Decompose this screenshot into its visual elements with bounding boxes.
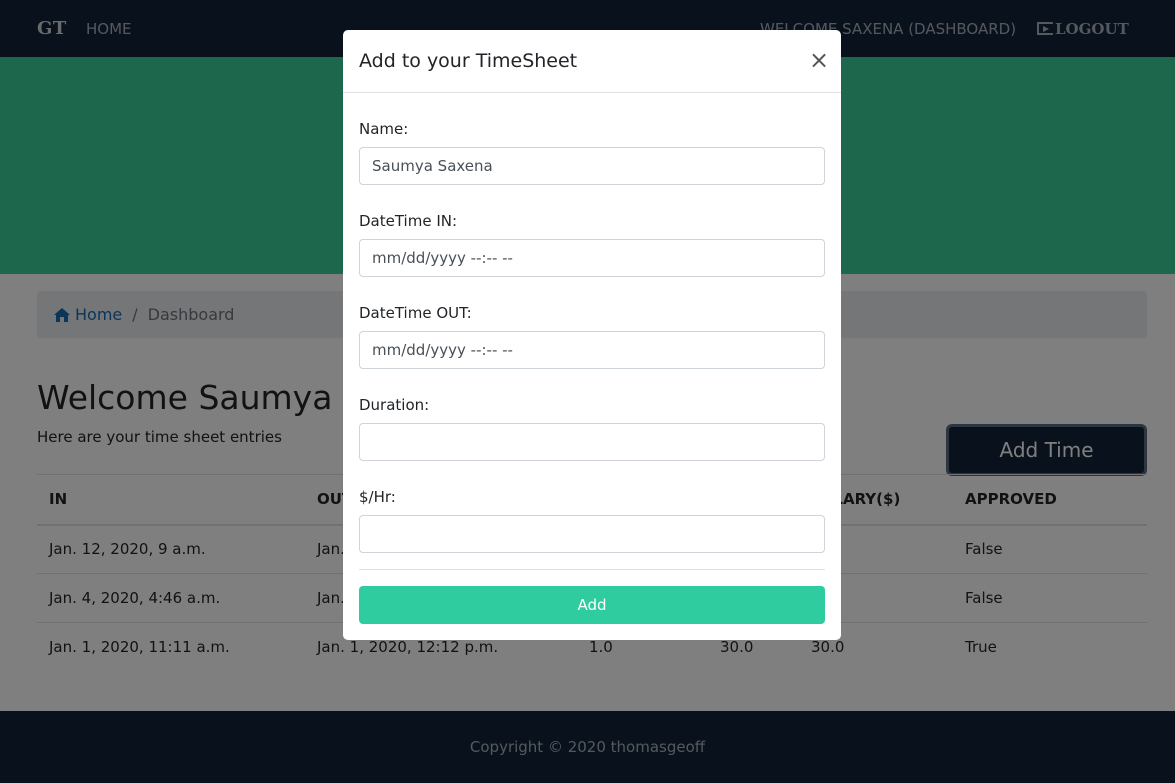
rate-label: $/Hr: xyxy=(359,488,396,506)
rate-field[interactable] xyxy=(359,515,825,553)
add-button[interactable]: Add xyxy=(359,586,825,624)
duration-field[interactable] xyxy=(359,423,825,461)
modal-title: Add to your TimeSheet xyxy=(359,50,578,72)
datetime-in-label: DateTime IN: xyxy=(359,212,458,230)
duration-label: Duration: xyxy=(359,396,430,414)
name-field[interactable]: Saumya Saxena xyxy=(359,147,825,185)
modal-divider xyxy=(359,569,825,570)
datetime-out-field[interactable]: mm/dd/yyyy --:-- -- xyxy=(359,331,825,369)
name-label: Name: xyxy=(359,120,409,138)
datetime-out-label: DateTime OUT: xyxy=(359,304,472,322)
datetime-in-field[interactable]: mm/dd/yyyy --:-- -- xyxy=(359,239,825,277)
add-timesheet-modal: Add to your TimeSheet × Name: Saumya Sax… xyxy=(343,30,841,640)
close-icon[interactable]: × xyxy=(809,46,829,74)
modal-header: Add to your TimeSheet × xyxy=(343,30,841,93)
